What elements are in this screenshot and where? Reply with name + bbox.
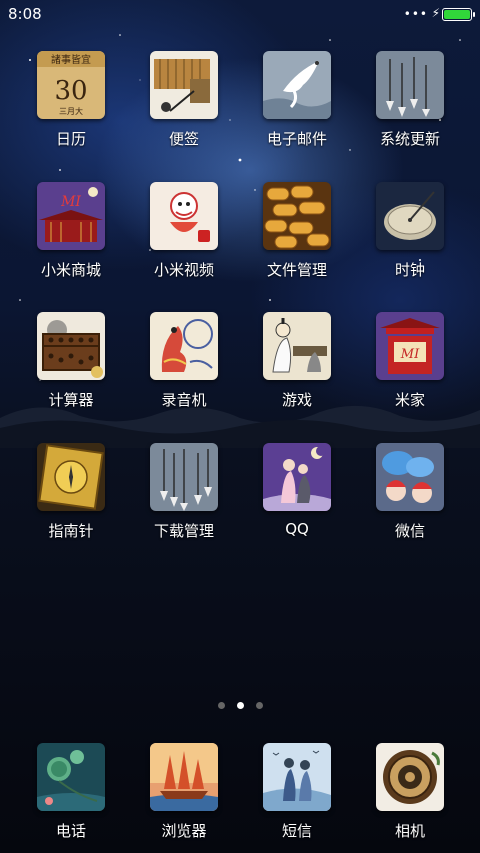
app-wechat[interactable]: 微信	[354, 443, 466, 541]
mi-video-icon	[150, 182, 218, 250]
mi-logo-text: MI	[400, 347, 420, 362]
dock-app-browser[interactable]: 浏览器	[128, 743, 240, 841]
app-label: QQ	[285, 520, 309, 538]
app-label: 日历	[55, 130, 86, 148]
app-label: 录音机	[161, 391, 207, 409]
mijia-icon: MI	[376, 312, 444, 380]
app-label: 小米视频	[153, 261, 214, 279]
app-label: 电话	[55, 822, 86, 840]
wechat-icon	[376, 443, 444, 511]
calendar-icon: 諸事皆宜 30 三月大	[37, 51, 105, 119]
app-downloads[interactable]: 下载管理	[128, 443, 240, 541]
dock-app-phone[interactable]: 电话	[15, 743, 127, 841]
app-email[interactable]: 电子邮件	[241, 51, 353, 149]
app-notes[interactable]: 便签	[128, 51, 240, 149]
app-label: 系统更新	[379, 130, 440, 148]
battery-icon	[442, 8, 475, 21]
app-mi-store[interactable]: MI 小米商城	[15, 182, 127, 280]
app-label: 计算器	[48, 391, 94, 409]
messages-icon	[263, 743, 331, 811]
app-system-update[interactable]: 系统更新	[354, 51, 466, 149]
calendar-day-text: 30	[54, 76, 87, 106]
dock-app-messages[interactable]: 短信	[241, 743, 353, 841]
app-file-manager[interactable]: 文件管理	[241, 182, 353, 280]
app-qq[interactable]: QQ	[241, 443, 353, 538]
calculator-icon	[37, 312, 105, 380]
dock-app-camera[interactable]: 相机	[354, 743, 466, 841]
update-icon	[376, 51, 444, 119]
page-dot-active[interactable]	[236, 702, 244, 709]
calendar-month-text: 三月大	[59, 106, 83, 116]
page-indicator	[0, 702, 480, 709]
app-label: 指南针	[48, 522, 94, 540]
app-label: 小米商城	[40, 261, 101, 279]
app-label: 便签	[168, 130, 199, 148]
app-mi-video[interactable]: 小米视频	[128, 182, 240, 280]
app-label: 游戏	[281, 391, 312, 409]
app-label: 浏览器	[161, 822, 207, 840]
mi-store-icon: MI	[37, 182, 105, 250]
app-mijia[interactable]: MI 米家	[354, 312, 466, 410]
charging-icon: ⚡	[431, 6, 440, 20]
app-compass[interactable]: 指南针	[15, 443, 127, 541]
qq-icon	[263, 443, 331, 511]
app-label: 下载管理	[153, 522, 214, 540]
app-label: 文件管理	[266, 261, 327, 279]
app-label: 时钟	[394, 261, 425, 279]
app-calculator[interactable]: 计算器	[15, 312, 127, 410]
notes-icon	[150, 51, 218, 119]
clock-time: 8:08	[8, 5, 42, 23]
page-dot[interactable]	[217, 702, 225, 709]
page-dot[interactable]	[255, 702, 263, 709]
app-label: 电子邮件	[266, 130, 327, 148]
games-icon	[263, 312, 331, 380]
clock-icon	[376, 182, 444, 250]
app-games[interactable]: 游戏	[241, 312, 353, 410]
app-recorder[interactable]: 录音机	[128, 312, 240, 410]
downloads-icon	[150, 443, 218, 511]
app-label: 短信	[281, 822, 312, 840]
email-icon	[263, 51, 331, 119]
app-clock[interactable]: 时钟	[354, 182, 466, 280]
mi-logo-text: MI	[60, 194, 81, 210]
battery-level	[444, 10, 470, 19]
phone-icon	[37, 743, 105, 811]
compass-icon	[37, 443, 105, 511]
app-calendar[interactable]: 諸事皆宜 30 三月大 日历	[15, 51, 127, 149]
app-label: 米家	[394, 391, 425, 409]
browser-icon	[150, 743, 218, 811]
notification-dots: •••	[403, 7, 428, 21]
app-label: 微信	[394, 522, 425, 540]
status-bar: 8:08 ••• ⚡	[0, 0, 480, 28]
camera-icon	[376, 743, 444, 811]
app-label: 相机	[394, 822, 425, 840]
calendar-header-text: 諸事皆宜	[51, 53, 91, 66]
file-manager-icon	[263, 182, 331, 250]
recorder-icon	[150, 312, 218, 380]
